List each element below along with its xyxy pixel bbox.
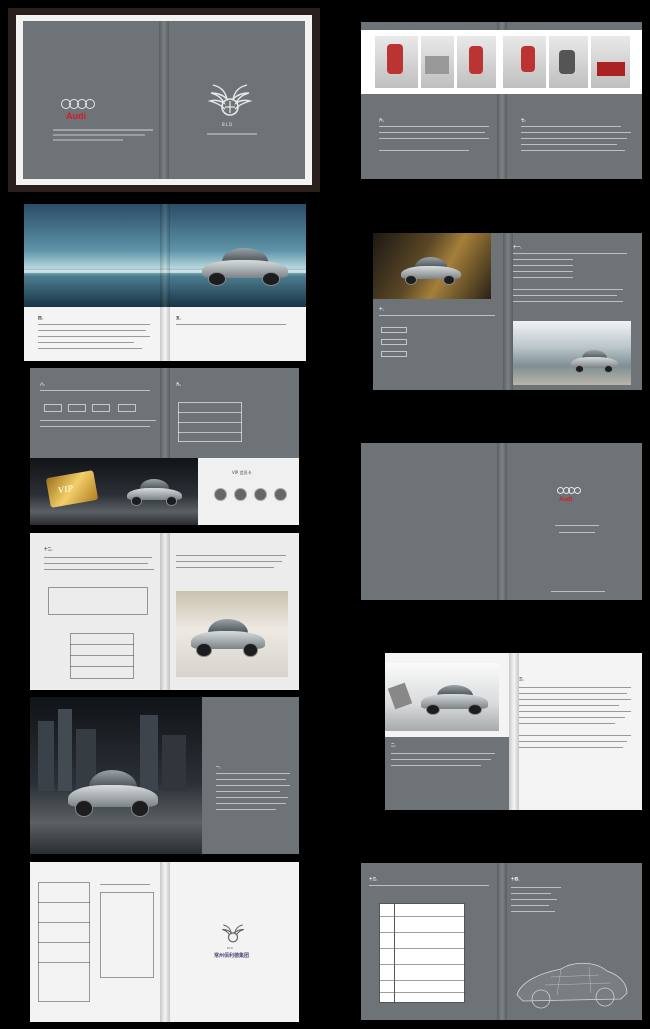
- bld-logo-text: BLD: [227, 946, 234, 950]
- workshop-photo-strip: [361, 30, 642, 94]
- bld-logo-text: BLD: [222, 122, 234, 127]
- form-table: [379, 903, 466, 1004]
- section-heading-six: 六、: [379, 118, 387, 122]
- section-heading-seven: 七、: [521, 118, 529, 122]
- spread-warm-car: 十、 十一、: [373, 233, 642, 390]
- spread-workshop: 六、 七、: [361, 22, 642, 179]
- spread-studio-car: 二、 三、: [385, 653, 642, 810]
- glass-showroom-photo: [513, 321, 631, 385]
- audi-wordmark: Audi: [559, 497, 573, 503]
- showroom-photo: [176, 591, 288, 677]
- bld-winged-logo-icon: [222, 924, 244, 943]
- audi-rings-icon: [557, 487, 581, 494]
- spread-city-night: 一、: [30, 697, 299, 854]
- bld-winged-logo-icon: [207, 84, 253, 116]
- studio-photo: [385, 663, 499, 731]
- spread-table-xray: 十三、 十四、: [361, 863, 642, 1020]
- cover-frame: Audi BLD: [8, 8, 320, 192]
- car-illustration: [194, 246, 294, 286]
- gray-text-band: 二、: [385, 737, 509, 810]
- spread-member-rules: 十二、: [30, 533, 299, 690]
- spread-vip: 八、 九、 VIP VIP 会员卡: [30, 368, 299, 525]
- spread-back-cover: BLD 常州佰利德集团: [30, 862, 299, 1022]
- spread-ocean-car: 四、 五、: [24, 204, 306, 361]
- vip-photo: VIP: [30, 458, 198, 525]
- company-name: 常州佰利德集团: [214, 953, 250, 959]
- city-photo: [30, 697, 202, 854]
- spread-membership-cover: Audi: [361, 443, 642, 600]
- vip-card-panel: VIP 会员卡: [198, 458, 299, 525]
- vip-card: VIP: [45, 470, 99, 508]
- xray-car-icon: [516, 962, 628, 1009]
- audi-rings-icon: [61, 99, 95, 109]
- warm-photo: [373, 233, 491, 299]
- cover-spread: Audi BLD: [23, 21, 305, 179]
- vip-card-text: VIP: [57, 482, 74, 496]
- cover-mat: Audi BLD: [16, 15, 312, 185]
- audi-wordmark: Audi: [66, 111, 86, 121]
- vip-card-title: VIP 会员卡: [232, 470, 252, 475]
